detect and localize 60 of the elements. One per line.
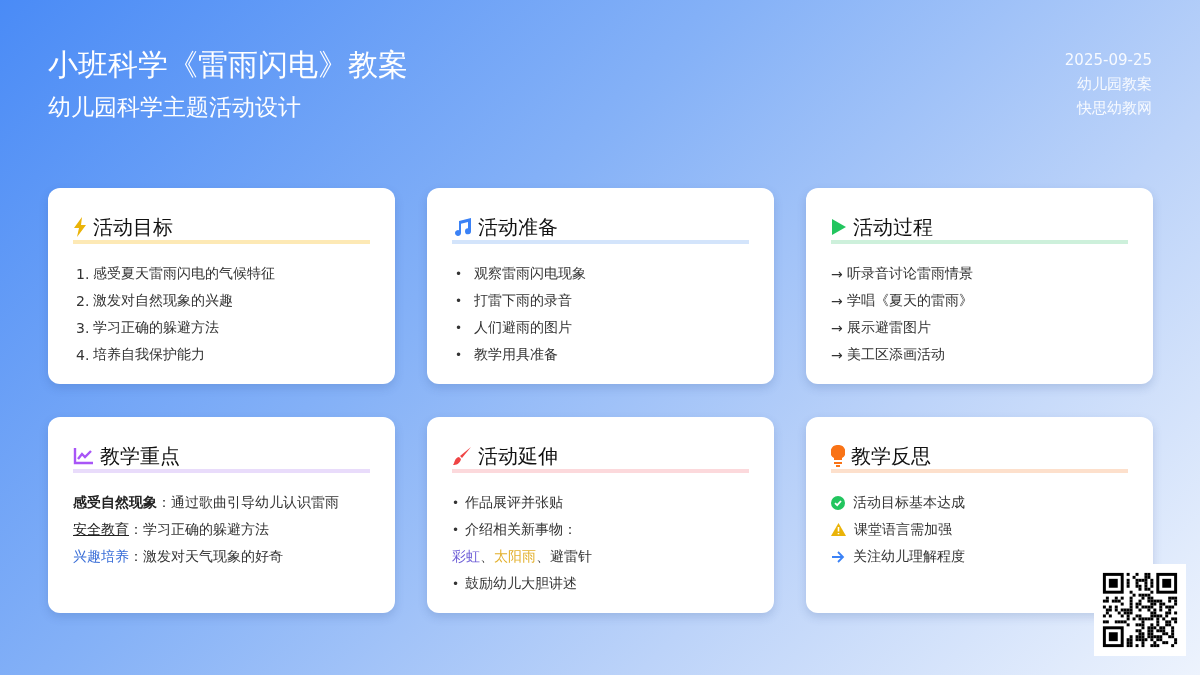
arrow-mark: →	[831, 346, 843, 363]
key-term: 感受自然现象	[73, 493, 157, 512]
list-item: 彩虹、太阳雨、避雷针	[452, 547, 592, 566]
step-item: 展示避雷图片	[846, 318, 931, 337]
arrow-right-icon	[831, 550, 845, 563]
status-item: 课堂语言需加强	[854, 520, 952, 539]
card-title: 活动延伸	[478, 442, 558, 470]
bullet: •	[455, 320, 463, 335]
line-chart-icon	[73, 447, 94, 465]
play-icon	[831, 218, 847, 236]
status-item: 活动目标基本达成	[853, 493, 965, 512]
warning-icon	[831, 523, 846, 536]
music-note-icon	[452, 217, 472, 237]
step-item: 美工区添画活动	[846, 345, 945, 364]
card-title: 活动目标	[93, 213, 173, 241]
arrow-mark: →	[831, 292, 843, 309]
check-circle-icon	[831, 495, 845, 510]
list-item: 激发对自然现象的兴趣	[93, 291, 234, 310]
bullet: •	[455, 266, 463, 281]
item-number: 3.	[76, 319, 90, 336]
bullet: •	[455, 293, 463, 308]
list-item: 学习正确的躲避方法	[93, 318, 220, 337]
page-title: 小班科学《雷雨闪电》教案	[48, 46, 408, 84]
arrow-mark: →	[831, 265, 843, 282]
card-title: 活动准备	[478, 213, 558, 241]
key-description: ：激发对天气现象的好奇	[129, 547, 283, 566]
key-description: ：通过歌曲引导幼儿认识雷雨	[157, 493, 339, 512]
list-item: 观察雷雨闪电现象	[474, 264, 587, 283]
card-title: 教学反思	[851, 442, 931, 470]
meta-text: 幼儿园教案	[1076, 74, 1152, 95]
card-title: 教学重点	[100, 442, 180, 470]
meta-text: 快思幼教网	[1075, 98, 1152, 119]
list-item: 打雷下雨的录音	[474, 291, 573, 310]
bullet: •	[452, 576, 460, 591]
list-item: 鼓励幼儿大胆讲述	[465, 574, 578, 593]
page-subtitle: 幼儿园科学主题活动设计	[48, 93, 302, 122]
list-item: 作品展评并张贴	[465, 493, 564, 512]
list-item: 培养自我保护能力	[93, 345, 206, 364]
bullet: •	[455, 347, 463, 362]
status-item: 关注幼儿理解程度	[853, 547, 965, 566]
card-title: 活动过程	[853, 213, 933, 241]
bullet: •	[452, 495, 460, 510]
paintbrush-icon	[452, 446, 472, 466]
lightning-icon	[73, 217, 87, 237]
list-item: 人们避雨的图片	[474, 318, 573, 337]
item-number: 2.	[76, 292, 90, 309]
item-number: 4.	[76, 346, 90, 363]
meta-text: 2025-09-25	[1064, 50, 1152, 71]
key-description: ：学习正确的躲避方法	[129, 520, 269, 539]
list-item: 教学用具准备	[474, 345, 559, 364]
step-item: 学唱《夏天的雷雨》	[846, 291, 973, 310]
key-term[interactable]: 兴趣培养	[73, 547, 129, 566]
light-bulb-icon	[831, 445, 845, 467]
key-term: 安全教育	[73, 520, 129, 539]
bullet: •	[452, 522, 460, 537]
list-item: 感受夏天雷雨闪电的气候特征	[93, 264, 276, 283]
step-item: 听录音讨论雷雨情景	[846, 264, 973, 283]
list-item: 介绍相关新事物：	[465, 520, 578, 539]
item-number: 1.	[76, 265, 90, 282]
arrow-mark: →	[831, 319, 843, 336]
